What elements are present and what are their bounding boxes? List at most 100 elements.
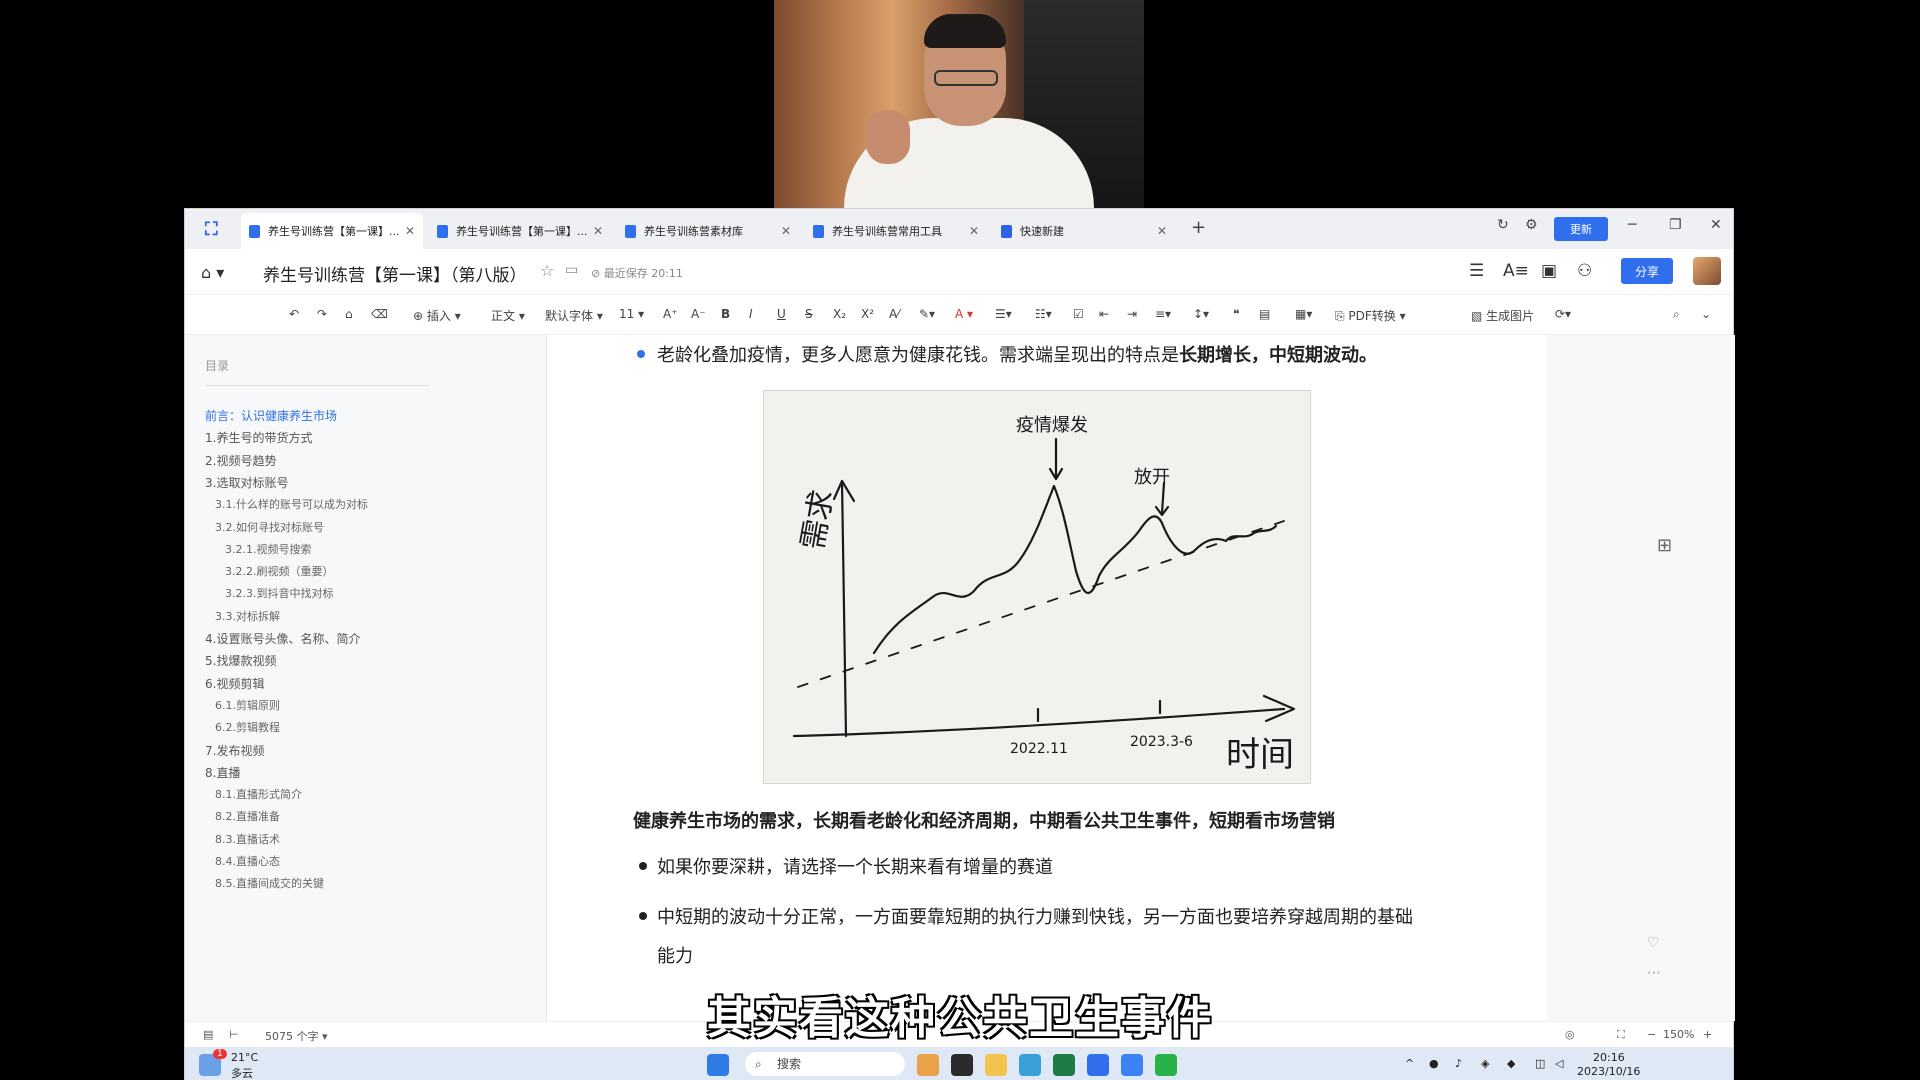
highlight-icon[interactable]: ✎▾ [919,307,935,321]
tab-quick-new[interactable]: 快速新建 ✕ [993,213,1175,249]
widget-icon[interactable] [917,1054,939,1076]
restore-icon[interactable]: ❐ [1669,217,1682,233]
toc-item[interactable]: 3.2.如何寻找对标账号 [215,519,324,535]
volume-icon[interactable]: ◁ [1555,1057,1563,1070]
network-tray-icon[interactable]: ◈ [1481,1057,1489,1070]
excel-icon[interactable] [1053,1054,1075,1076]
present-icon[interactable]: ▣ [1541,261,1557,281]
table-icon[interactable]: ▦▾ [1295,307,1312,321]
bold-icon[interactable]: B [721,307,730,321]
outdent-icon[interactable]: ⇤ [1099,307,1109,321]
avatar[interactable] [1693,257,1721,285]
toc-item[interactable]: 1.养生号的带货方式 [205,429,312,446]
wifi-icon[interactable]: ◫ [1535,1057,1545,1070]
share-button[interactable]: 分享 [1621,258,1673,284]
pdf-convert[interactable]: ⎘ PDF转换 ▾ [1335,307,1406,324]
bullet-list-icon[interactable]: ☰▾ [995,307,1012,321]
toc-item[interactable]: 2.视频号趋势 [205,452,276,469]
meeting-app-icon[interactable] [1121,1054,1143,1076]
toc-item[interactable]: 8.4.直播心态 [215,853,280,869]
tab-doc-4[interactable]: 养生号训练营常用工具 ✕ [805,213,987,249]
clock-time[interactable]: 20:16 [1593,1051,1625,1064]
browser-icon[interactable] [1019,1054,1041,1076]
home-icon[interactable]: ⌂ ▾ [201,263,224,282]
toc-item[interactable]: 8.2.直播准备 [215,808,280,824]
toc-item[interactable]: 8.5.直播间成交的关键 [215,875,324,891]
insert-menu[interactable]: ⊕ 插入 ▾ [413,307,461,324]
clock-date[interactable]: 2023/10/16 [1577,1065,1640,1078]
close-icon[interactable]: ✕ [1157,224,1167,238]
task-view-icon[interactable] [951,1054,973,1076]
align-icon[interactable]: ≡▾ [1155,307,1171,321]
shrink-font-icon[interactable]: A⁻ [691,307,706,321]
search-icon[interactable]: ⌕ [1673,307,1680,322]
size-select[interactable]: 11 ▾ [619,307,644,321]
toc-item[interactable]: 4.设置账号头像、名称、简介 [205,630,360,647]
generate-image[interactable]: ▧ 生成图片 [1471,307,1534,324]
star-icon[interactable]: ☆ [540,261,554,280]
toc-item[interactable]: 3.3.对标拆解 [215,608,280,624]
clear-format-icon[interactable]: A⁄ [889,307,899,321]
collaborator-icon[interactable]: ⚇ [1577,261,1592,281]
superscript-icon[interactable]: X² [861,307,874,321]
toc-item[interactable]: 前言：认识健康养生市场 [205,407,337,424]
tab-doc-1[interactable]: 养生号训练营【第一课】... ✕ [241,213,423,249]
toc-item[interactable]: 6.1.剪辑原则 [215,697,280,713]
toc-item[interactable]: 3.1.什么样的账号可以成为对标 [215,496,368,512]
close-icon[interactable]: ✕ [781,224,791,238]
toc-item[interactable]: 8.直播 [205,764,240,781]
close-window-icon[interactable]: ✕ [1710,217,1722,233]
font-color-icon[interactable]: A ▾ [955,307,973,321]
docs-app-icon[interactable] [1087,1054,1109,1076]
tray-chevron-icon[interactable]: ^ [1405,1057,1414,1070]
undo-icon[interactable]: ↶ [289,307,299,321]
eraser-icon[interactable]: ⌫ [371,307,388,321]
checkbox-icon[interactable]: ☑ [1073,307,1084,321]
toc-item[interactable]: 6.视频剪辑 [205,675,264,692]
new-tab-icon[interactable]: + [1191,217,1206,238]
toc-item[interactable]: 3.选取对标账号 [205,474,288,491]
italic-icon[interactable]: I [749,307,753,321]
add-comment-icon[interactable]: ⊞ [1657,535,1672,556]
number-list-icon[interactable]: ☷▾ [1035,307,1052,321]
redo-icon[interactable]: ↷ [317,307,327,321]
menu-icon[interactable]: ☰ [1469,261,1484,281]
toc-item[interactable]: 3.2.1.视频号搜索 [225,541,312,557]
format-painter-icon[interactable]: ⌂ [345,307,353,321]
mic-icon[interactable]: ♪ [1455,1057,1462,1070]
antivirus-icon[interactable]: ◆ [1507,1057,1515,1070]
style-select[interactable]: 正文 ▾ [491,307,525,324]
file-explorer-icon[interactable] [985,1054,1007,1076]
chevron-down-icon[interactable]: ⌄ [1701,307,1711,321]
close-icon[interactable]: ✕ [405,224,415,238]
sketch-image[interactable]: 需求 时间 疫情爆发 放开 2022.11 2023.3-6 [763,390,1311,784]
line-spacing-icon[interactable]: ↕▾ [1193,307,1209,321]
settings-icon[interactable]: ⚙ [1525,217,1538,233]
more-icon[interactable]: ⋯ [1647,965,1661,981]
toc-item[interactable]: 6.2.剪辑教程 [215,719,280,735]
underline-icon[interactable]: U [777,307,786,321]
more-tools-icon[interactable]: ⟳▾ [1555,307,1571,321]
tray-app-icon[interactable]: ● [1429,1057,1439,1070]
start-icon[interactable] [707,1054,729,1076]
shirt-icon[interactable]: ♡ [1647,935,1660,951]
toc-item[interactable]: 7.发布视频 [205,742,264,759]
quote-icon[interactable]: ❝ [1233,307,1239,321]
font-size-icon[interactable]: A≡ [1503,261,1529,281]
doc-title[interactable]: 养生号训练营【第一课】（第八版） [263,261,527,286]
folder-icon[interactable]: ▭ [565,262,578,278]
document-body[interactable]: 老龄化叠加疫情，更多人愿意为健康花钱。需求端呈现出的特点是长期增长，中短期波动。 [547,335,1547,1021]
wechat-icon[interactable] [1155,1054,1177,1076]
minimize-icon[interactable]: ─ [1628,217,1636,233]
comment-tool-icon[interactable]: ▤ [1259,307,1270,321]
sync-icon[interactable]: ↻ [1497,217,1509,233]
app-logo-icon[interactable]: ⛶ [205,219,225,240]
tab-doc-2[interactable]: 养生号训练营【第一课】... ✕ [429,213,611,249]
grow-font-icon[interactable]: A⁺ [663,307,678,321]
toc-item[interactable]: 3.2.3.到抖音中找对标 [225,585,334,601]
toc-item[interactable]: 5.找爆款视频 [205,652,276,669]
font-select[interactable]: 默认字体 ▾ [545,307,603,324]
taskbar-search[interactable]: ⌕ 搜索 [745,1052,905,1076]
toc-item[interactable]: 8.1.直播形式简介 [215,786,302,802]
subscript-icon[interactable]: X₂ [833,307,846,321]
